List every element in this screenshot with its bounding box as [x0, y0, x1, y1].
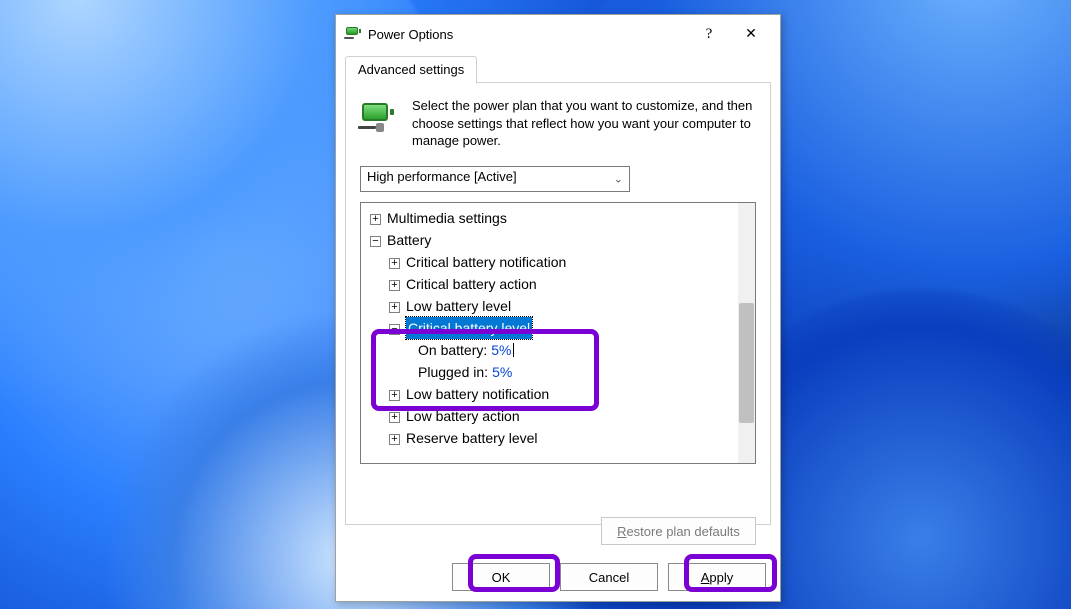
tree-node-critical-action[interactable]: +Critical battery action — [363, 273, 753, 295]
tree-node-reserve-level[interactable]: +Reserve battery level — [363, 427, 753, 449]
dialog-button-row: OK Cancel Apply — [336, 563, 780, 591]
tree-leaf-on-battery[interactable]: On battery:5% — [363, 339, 753, 361]
critical-battery-level-label: Critical battery level — [406, 317, 532, 339]
expand-icon[interactable]: + — [389, 412, 400, 423]
tree-node-low-level[interactable]: +Low battery level — [363, 295, 753, 317]
ok-button[interactable]: OK — [452, 563, 550, 591]
expand-icon[interactable]: + — [389, 302, 400, 313]
plugged-in-value[interactable]: 5% — [488, 364, 512, 380]
titlebar: Power Options ? ✕ — [336, 15, 780, 53]
tree-leaf-plugged-in[interactable]: Plugged in:5% — [363, 361, 753, 383]
tab-strip: Advanced settings — [345, 53, 771, 83]
battery-plug-icon — [344, 25, 362, 43]
restore-defaults-button[interactable]: Restore plan defaults — [601, 517, 756, 545]
expand-icon[interactable]: + — [389, 280, 400, 291]
tab-page: Select the power plan that you want to c… — [345, 83, 771, 525]
power-plan-selected-value: High performance [Active] — [367, 169, 517, 184]
tree-node-critical-level[interactable]: −Critical battery level — [363, 317, 753, 339]
settings-tree[interactable]: +Multimedia settings −Battery +Critical … — [360, 202, 756, 464]
apply-button[interactable]: Apply — [668, 563, 766, 591]
scrollbar[interactable] — [738, 203, 755, 463]
battery-plug-large-icon — [360, 97, 402, 139]
cancel-button[interactable]: Cancel — [560, 563, 658, 591]
tree-node-low-notification[interactable]: +Low battery notification — [363, 383, 753, 405]
help-button[interactable]: ? — [688, 19, 730, 49]
text-caret-icon — [513, 343, 514, 357]
expand-icon[interactable]: + — [370, 214, 381, 225]
expand-icon[interactable]: + — [389, 390, 400, 401]
power-options-dialog: Power Options ? ✕ Advanced settings Sele… — [335, 14, 781, 602]
power-plan-select[interactable]: High performance [Active] ⌄ — [360, 166, 630, 192]
tree-node-battery[interactable]: −Battery — [363, 229, 753, 251]
collapse-icon[interactable]: − — [370, 236, 381, 247]
tree-node-critical-notification[interactable]: +Critical battery notification — [363, 251, 753, 273]
chevron-down-icon: ⌄ — [614, 172, 623, 185]
intro-text: Select the power plan that you want to c… — [412, 97, 756, 150]
expand-icon[interactable]: + — [389, 434, 400, 445]
on-battery-value[interactable]: 5% — [487, 342, 511, 358]
tree-node-low-action[interactable]: +Low battery action — [363, 405, 753, 427]
collapse-icon[interactable]: − — [389, 324, 400, 335]
tree-node-multimedia[interactable]: +Multimedia settings — [363, 207, 753, 229]
window-title: Power Options — [368, 27, 453, 42]
close-button[interactable]: ✕ — [730, 19, 772, 49]
tab-advanced-settings[interactable]: Advanced settings — [345, 56, 477, 84]
expand-icon[interactable]: + — [389, 258, 400, 269]
scrollbar-thumb[interactable] — [739, 303, 754, 423]
